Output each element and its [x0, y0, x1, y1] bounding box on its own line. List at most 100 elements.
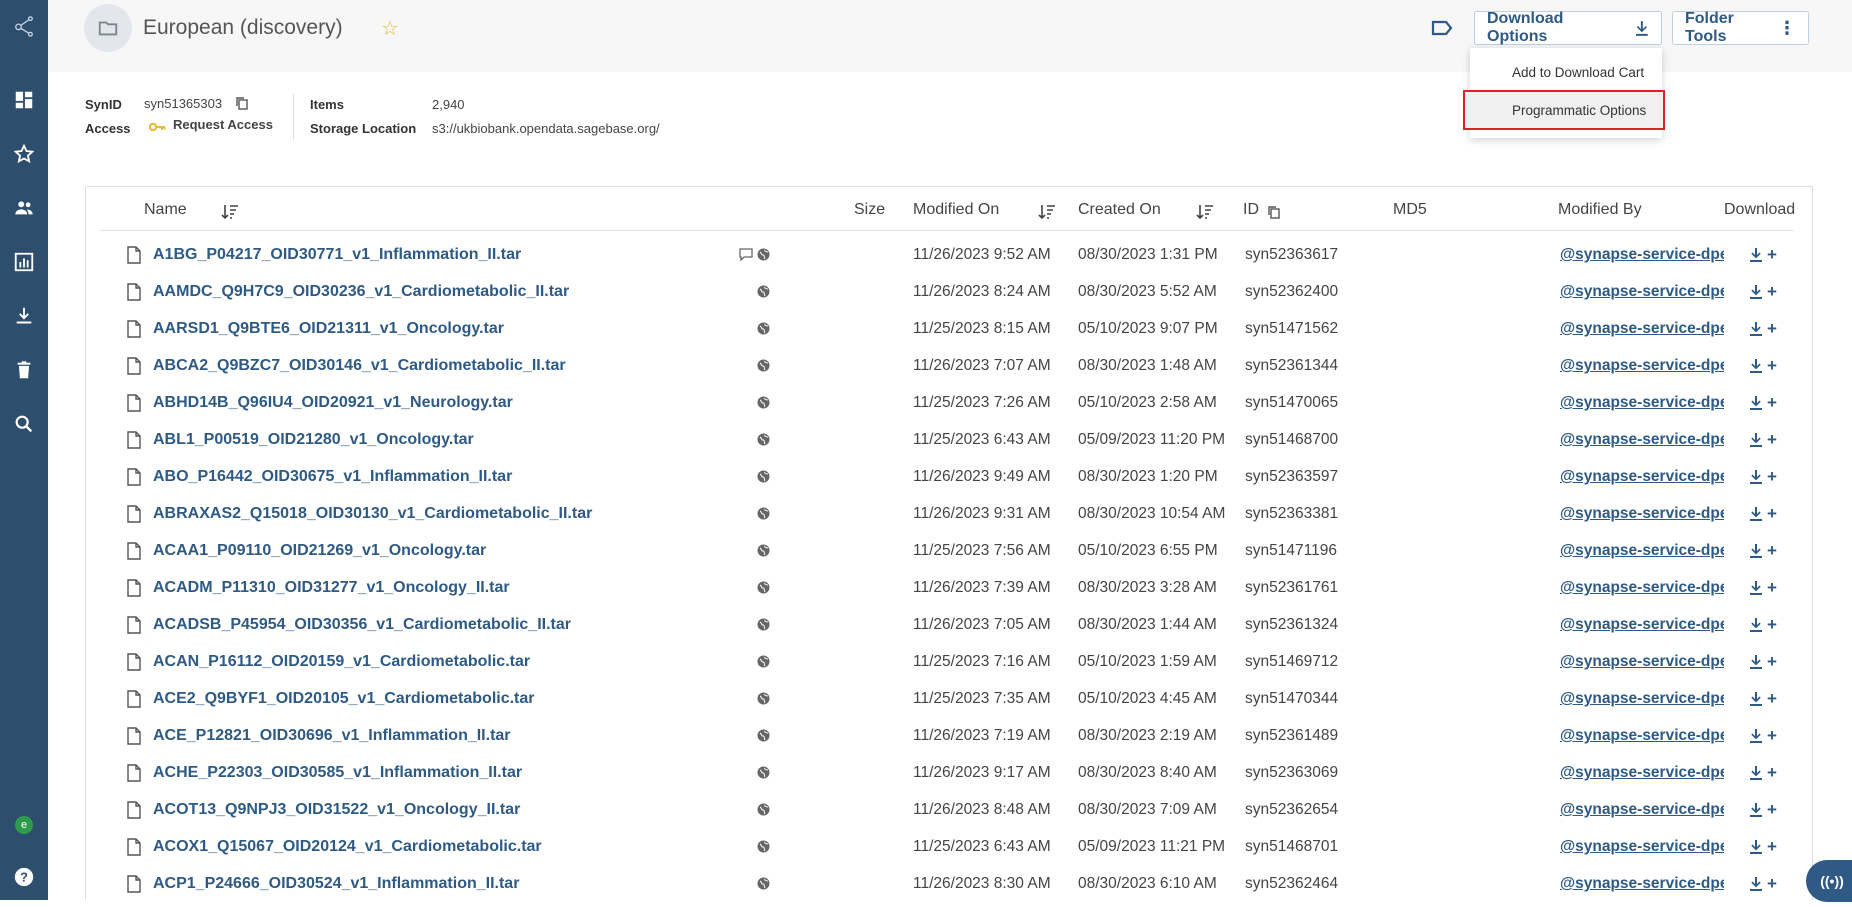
- file-name-link[interactable]: ACHE_P22303_OID30585_v1_Inflammation_II.…: [153, 754, 522, 791]
- download-file-icon[interactable]: [1750, 754, 1762, 791]
- download-icon[interactable]: [0, 296, 48, 336]
- file-name-link[interactable]: ABHD14B_Q96IU4_OID20921_v1_Neurology.tar: [153, 384, 513, 421]
- table-row[interactable]: A1BG_P04217_OID30771_v1_Inflammation_II.…: [100, 236, 1794, 273]
- file-name-link[interactable]: ACOT13_Q9NPJ3_OID31522_v1_Oncology_II.ta…: [153, 791, 520, 828]
- file-name-link[interactable]: ACADM_P11310_OID31277_v1_Oncology_II.tar: [153, 569, 510, 606]
- modified-by-link[interactable]: @synapse-service-dpe: [1560, 532, 1724, 569]
- table-row[interactable]: ACP1_P24666_OID30524_v1_Inflammation_II.…: [100, 865, 1794, 902]
- column-header-md5[interactable]: MD5: [1393, 201, 1427, 219]
- column-header-created-on[interactable]: Created On: [1078, 201, 1161, 219]
- dashboard-icon[interactable]: [0, 80, 48, 120]
- download-file-icon[interactable]: [1750, 569, 1762, 606]
- modified-by-link[interactable]: @synapse-service-dpe: [1560, 236, 1724, 273]
- help-icon[interactable]: ?: [0, 857, 48, 897]
- modified-by-link[interactable]: @synapse-service-dpe: [1560, 273, 1724, 310]
- add-to-cart-icon[interactable]: +: [1767, 606, 1777, 643]
- request-access-link[interactable]: Request Access: [173, 117, 273, 132]
- download-file-icon[interactable]: [1750, 421, 1762, 458]
- file-name-link[interactable]: ACAN_P16112_OID20159_v1_Cardiometabolic.…: [153, 643, 530, 680]
- modified-by-link[interactable]: @synapse-service-dpe: [1560, 828, 1724, 865]
- table-row[interactable]: ABO_P16442_OID30675_v1_Inflammation_II.t…: [100, 458, 1794, 495]
- add-to-cart-icon[interactable]: +: [1767, 421, 1777, 458]
- file-name-link[interactable]: ABRAXAS2_Q15018_OID30130_v1_Cardiometabo…: [153, 495, 592, 532]
- table-row[interactable]: ACE2_Q9BYF1_OID20105_v1_Cardiometabolic.…: [100, 680, 1794, 717]
- add-to-cart-icon[interactable]: +: [1767, 347, 1777, 384]
- add-to-cart-icon[interactable]: +: [1767, 643, 1777, 680]
- table-row[interactable]: ACADM_P11310_OID31277_v1_Oncology_II.tar…: [100, 569, 1794, 606]
- file-name-link[interactable]: ACOX1_Q15067_OID20124_v1_Cardiometabolic…: [153, 828, 542, 865]
- user-avatar[interactable]: e: [0, 805, 48, 845]
- add-to-cart-icon[interactable]: +: [1767, 828, 1777, 865]
- copy-icon[interactable]: [235, 96, 249, 114]
- column-header-name[interactable]: Name: [144, 201, 187, 219]
- modified-by-link[interactable]: @synapse-service-dpe: [1560, 458, 1724, 495]
- sort-modified-icon[interactable]: [1038, 204, 1056, 225]
- add-to-cart-icon[interactable]: +: [1767, 754, 1777, 791]
- add-to-cart-icon[interactable]: +: [1767, 495, 1777, 532]
- file-name-link[interactable]: AAMDC_Q9H7C9_OID30236_v1_Cardiometabolic…: [153, 273, 569, 310]
- table-row[interactable]: AARSD1_Q9BTE6_OID21311_v1_Oncology.tar 11…: [100, 310, 1794, 347]
- download-file-icon[interactable]: [1750, 310, 1762, 347]
- sort-created-icon[interactable]: [1196, 204, 1214, 225]
- modified-by-link[interactable]: @synapse-service-dpe: [1560, 680, 1724, 717]
- modified-by-link[interactable]: @synapse-service-dpe: [1560, 717, 1724, 754]
- modified-by-link[interactable]: @synapse-service-dpe: [1560, 643, 1724, 680]
- download-file-icon[interactable]: [1750, 643, 1762, 680]
- file-name-link[interactable]: ACAA1_P09110_OID21269_v1_Oncology.tar: [153, 532, 486, 569]
- table-row[interactable]: ACADSB_P45954_OID30356_v1_Cardiometaboli…: [100, 606, 1794, 643]
- add-to-cart-icon[interactable]: +: [1767, 569, 1777, 606]
- modified-by-link[interactable]: @synapse-service-dpe: [1560, 569, 1724, 606]
- file-name-link[interactable]: ACP1_P24666_OID30524_v1_Inflammation_II.…: [153, 865, 519, 902]
- column-header-size[interactable]: Size: [854, 201, 885, 219]
- add-to-cart-icon[interactable]: +: [1767, 273, 1777, 310]
- add-to-cart-icon[interactable]: +: [1767, 717, 1777, 754]
- table-row[interactable]: ABL1_P00519_OID21280_v1_Oncology.tar 11/2…: [100, 421, 1794, 458]
- download-options-button[interactable]: Download Options: [1474, 10, 1662, 45]
- download-file-icon[interactable]: [1750, 828, 1762, 865]
- folder-tools-button[interactable]: Folder Tools ⋮: [1672, 10, 1809, 45]
- file-name-link[interactable]: ABCA2_Q9BZC7_OID30146_v1_Cardiometabolic…: [153, 347, 566, 384]
- add-to-cart-icon[interactable]: +: [1767, 458, 1777, 495]
- table-row[interactable]: ACE_P12821_OID30696_v1_Inflammation_II.t…: [100, 717, 1794, 754]
- download-file-icon[interactable]: [1750, 495, 1762, 532]
- table-row[interactable]: AAMDC_Q9H7C9_OID30236_v1_Cardiometabolic…: [100, 273, 1794, 310]
- modified-by-link[interactable]: @synapse-service-dpe: [1560, 791, 1724, 828]
- download-file-icon[interactable]: [1750, 458, 1762, 495]
- synapse-logo-icon[interactable]: [0, 6, 48, 46]
- add-to-cart-icon[interactable]: +: [1767, 384, 1777, 421]
- modified-by-link[interactable]: @synapse-service-dpe: [1560, 347, 1724, 384]
- add-to-cart-icon[interactable]: +: [1767, 532, 1777, 569]
- add-to-cart-icon[interactable]: +: [1767, 791, 1777, 828]
- download-file-icon[interactable]: [1750, 606, 1762, 643]
- trash-icon[interactable]: [0, 350, 48, 390]
- favorite-star-icon[interactable]: ☆: [381, 16, 399, 41]
- modified-by-link[interactable]: @synapse-service-dpe: [1560, 384, 1724, 421]
- table-row[interactable]: ACAN_P16112_OID20159_v1_Cardiometabolic.…: [100, 643, 1794, 680]
- table-row[interactable]: ACOX1_Q15067_OID20124_v1_Cardiometabolic…: [100, 828, 1794, 865]
- sort-name-icon[interactable]: [221, 204, 239, 225]
- chat-widget-button[interactable]: ((•)): [1806, 860, 1852, 902]
- download-file-icon[interactable]: [1750, 680, 1762, 717]
- people-icon[interactable]: [0, 188, 48, 228]
- table-row[interactable]: ACOT13_Q9NPJ3_OID31522_v1_Oncology_II.ta…: [100, 791, 1794, 828]
- chart-icon[interactable]: [0, 242, 48, 282]
- modified-by-link[interactable]: @synapse-service-dpe: [1560, 606, 1724, 643]
- column-header-download[interactable]: Download: [1724, 201, 1795, 219]
- file-name-link[interactable]: ACE_P12821_OID30696_v1_Inflammation_II.t…: [153, 717, 511, 754]
- programmatic-options-item[interactable]: Programmatic Options: [1463, 90, 1665, 130]
- add-to-cart-icon[interactable]: +: [1767, 310, 1777, 347]
- download-file-icon[interactable]: [1750, 273, 1762, 310]
- copy-ids-icon[interactable]: [1267, 205, 1281, 225]
- add-to-cart-icon[interactable]: +: [1767, 680, 1777, 717]
- download-file-icon[interactable]: [1750, 532, 1762, 569]
- modified-by-link[interactable]: @synapse-service-dpe: [1560, 310, 1724, 347]
- table-row[interactable]: ABRAXAS2_Q15018_OID30130_v1_Cardiometabo…: [100, 495, 1794, 532]
- column-header-modified-by[interactable]: Modified By: [1558, 201, 1642, 219]
- modified-by-link[interactable]: @synapse-service-dpe: [1560, 495, 1724, 532]
- file-name-link[interactable]: A1BG_P04217_OID30771_v1_Inflammation_II.…: [153, 236, 521, 273]
- comment-icon[interactable]: [739, 236, 753, 273]
- search-icon[interactable]: [0, 404, 48, 444]
- file-name-link[interactable]: ACE2_Q9BYF1_OID20105_v1_Cardiometabolic.…: [153, 680, 535, 717]
- add-to-cart-icon[interactable]: +: [1767, 865, 1777, 902]
- star-icon[interactable]: [0, 134, 48, 174]
